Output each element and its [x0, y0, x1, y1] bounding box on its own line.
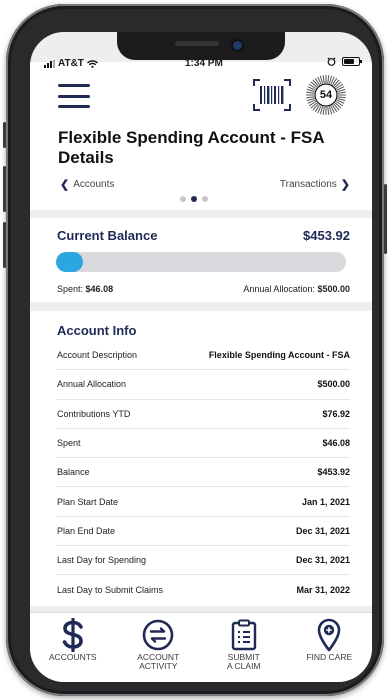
status-time: 1:34 PM	[185, 58, 223, 69]
info-value: $76.92	[322, 408, 350, 419]
power-button	[384, 184, 387, 254]
chevron-right-icon: ❯	[340, 179, 350, 191]
info-value: Dec 31, 2021	[295, 525, 350, 536]
balance-card: Current Balance $453.92 Spent: $46.08 An…	[30, 218, 372, 302]
battery-icon	[342, 57, 362, 66]
spent-label: Spent:	[57, 284, 84, 294]
info-row-plan-end: Plan End Date Dec 31, 2021	[57, 517, 350, 547]
info-label: Plan End Date	[57, 525, 116, 536]
exchange-icon	[142, 617, 174, 653]
tab-submit-claim[interactable]: SUBMIT A CLAIM	[208, 617, 280, 671]
volume-up-button	[3, 166, 6, 212]
wifi-icon	[86, 59, 98, 68]
tab-label: FIND CARE	[306, 652, 353, 662]
app-screen: AT&T 1:34 PM 54 Flexible Spending Accoun…	[30, 32, 372, 682]
spending-progress-fill	[56, 252, 83, 272]
clipboard-icon	[231, 617, 257, 653]
info-label: Spent	[57, 438, 81, 449]
tab-label: ACCOUNTS	[48, 652, 97, 662]
spending-progress-bar	[56, 252, 346, 272]
tab-label: SUBMIT A CLAIM	[226, 652, 261, 671]
info-row-last-claims: Last Day to Submit Claims Mar 31, 2022	[57, 575, 350, 604]
account-info-title: Account Info	[57, 323, 137, 338]
status-right	[327, 57, 362, 66]
dollar-icon	[60, 617, 86, 653]
balance-label: Current Balance	[57, 228, 158, 243]
volume-down-button	[3, 222, 6, 268]
tab-label: ACCOUNT ACTIVITY	[137, 652, 180, 671]
rewards-badge[interactable]: 54	[305, 74, 347, 116]
account-info-card: Account Info Account Description Flexible…	[30, 311, 372, 606]
chevron-left-icon: ❮	[60, 179, 70, 191]
page-indicator[interactable]	[180, 196, 208, 202]
info-row-annual-allocation: Annual Allocation $500.00	[57, 370, 350, 400]
info-row-plan-start: Plan Start Date Jan 1, 2021	[57, 487, 350, 517]
allocation-label: Annual Allocation:	[243, 284, 315, 294]
info-value: $46.08	[322, 438, 350, 449]
badge-count: 54	[319, 89, 333, 101]
info-row-spent: Spent $46.08	[57, 429, 350, 459]
page-dot[interactable]	[180, 196, 186, 202]
info-row-balance: Balance $453.92	[57, 458, 350, 488]
info-label: Last Day to Submit Claims	[57, 585, 164, 596]
info-row-last-spending: Last Day for Spending Dec 31, 2021	[57, 546, 350, 576]
tab-account-activity[interactable]: ACCOUNT ACTIVITY	[122, 617, 194, 671]
page-dot[interactable]	[202, 196, 208, 202]
info-value: Flexible Spending Account - FSA	[208, 350, 350, 361]
nav-prev-accounts[interactable]: ❮ Accounts	[60, 178, 114, 191]
info-label: Last Day for Spending	[57, 555, 147, 566]
tab-accounts[interactable]: ACCOUNTS	[37, 617, 109, 662]
allocation-summary: Annual Allocation: $500.00	[243, 284, 350, 294]
status-left: AT&T	[44, 58, 98, 69]
signal-icon	[44, 59, 55, 68]
info-label: Annual Allocation	[57, 379, 127, 390]
side-button	[3, 122, 6, 148]
info-label: Balance	[57, 467, 90, 478]
info-value: Jan 1, 2021	[301, 496, 350, 507]
balance-row: Current Balance $453.92	[57, 228, 350, 243]
info-label: Contributions YTD	[57, 408, 131, 419]
nav-next-label: Transactions	[279, 179, 337, 190]
info-value: Mar 31, 2022	[296, 585, 350, 596]
info-value: Dec 31, 2021	[295, 555, 350, 566]
info-label: Account Description	[57, 350, 138, 361]
page-title: Flexible Spending Account - FSA Details	[58, 128, 325, 167]
bottom-tab-bar: ACCOUNTS ACCOUNT ACTIVITY SUBMIT A CLAIM…	[30, 612, 372, 682]
info-label: Plan Start Date	[57, 496, 119, 507]
map-pin-plus-icon	[316, 617, 342, 653]
page-header: 54 Flexible Spending Account - FSA Detai…	[30, 62, 372, 210]
spent-summary: Spent: $46.08	[57, 284, 113, 294]
barcode-scan-icon[interactable]	[252, 78, 292, 112]
allocation-value: $500.00	[317, 284, 350, 294]
nav-prev-label: Accounts	[73, 179, 115, 190]
phone-frame: AT&T 1:34 PM 54 Flexible Spending Accoun…	[3, 4, 387, 696]
status-bar: AT&T 1:34 PM	[30, 32, 372, 69]
account-info-list: Account Description Flexible Spending Acc…	[57, 341, 350, 605]
info-value: $453.92	[317, 467, 350, 478]
spent-value: $46.08	[85, 284, 114, 294]
info-row-contributions: Contributions YTD $76.92	[57, 400, 350, 429]
balance-amount: $453.92	[303, 228, 350, 243]
nav-next-transactions[interactable]: Transactions ❯	[280, 178, 350, 191]
tab-find-care[interactable]: FIND CARE	[293, 617, 365, 662]
alarm-icon	[327, 57, 336, 66]
menu-icon[interactable]	[58, 84, 90, 108]
carrier-label: AT&T	[58, 58, 84, 69]
info-row-description: Account Description Flexible Spending Acc…	[57, 341, 350, 371]
info-value: $500.00	[317, 379, 350, 390]
page-dot[interactable]	[191, 196, 197, 202]
